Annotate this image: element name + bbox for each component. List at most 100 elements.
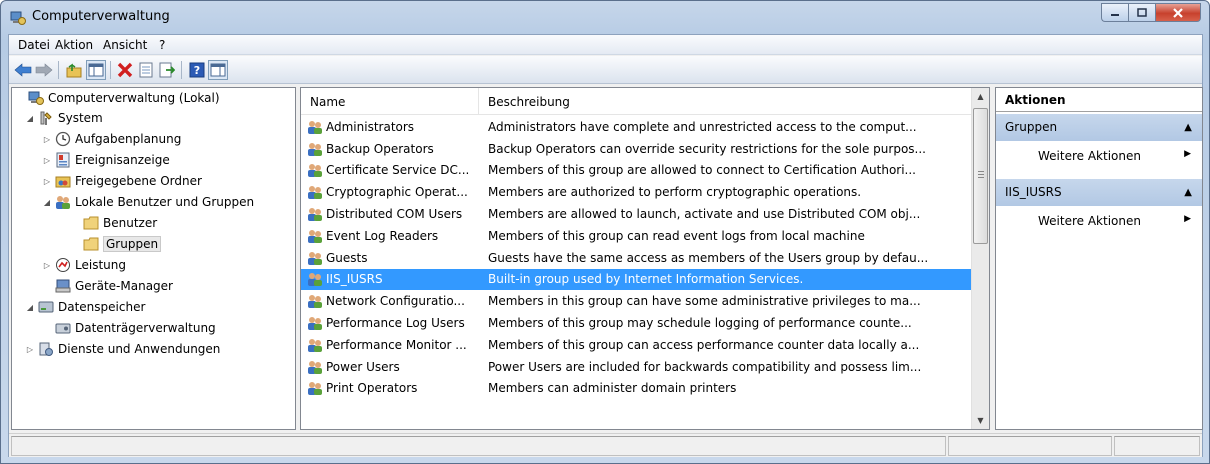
- tree-expander[interactable]: ▷: [42, 261, 52, 270]
- forward-button[interactable]: [34, 60, 54, 80]
- group-name-cell: Administrators: [301, 119, 479, 135]
- status-cell: [11, 436, 946, 456]
- tree-item-label: Lokale Benutzer und Gruppen: [75, 195, 255, 209]
- group-name: Guests: [326, 250, 368, 265]
- group-description: Members in this group can have some admi…: [488, 294, 921, 309]
- column-header-description[interactable]: Beschreibung: [479, 88, 971, 115]
- group-icon: [308, 229, 322, 243]
- tree-item-device-manager[interactable]: Geräte-Manager: [55, 276, 173, 296]
- group-name: Power Users: [326, 359, 400, 374]
- group-name-cell: Event Log Readers: [301, 228, 479, 244]
- vertical-scrollbar[interactable]: ▲ ▼: [971, 88, 989, 429]
- tree-expander[interactable]: ◢: [42, 198, 52, 207]
- delete-button[interactable]: [115, 60, 135, 80]
- tree-item-label: Ereignisanzeige: [75, 153, 170, 167]
- tree-item-system[interactable]: ◢ System: [25, 108, 103, 128]
- tree-item-task-scheduler[interactable]: ▷ Aufgabenplanung: [42, 129, 181, 149]
- tree-expander[interactable]: ▷: [25, 345, 35, 354]
- tree-expander[interactable]: ▷: [42, 177, 52, 186]
- action-group-selected-item[interactable]: IIS_IUSRS ▲: [996, 179, 1202, 206]
- toolbar: ?: [9, 56, 1202, 84]
- properties-button[interactable]: [136, 60, 156, 80]
- menu-ansicht[interactable]: Ansicht: [103, 38, 147, 52]
- group-name: Certificate Service DC...: [326, 163, 470, 178]
- show-hide-tree-button[interactable]: [86, 60, 106, 80]
- group-name-cell: Print Operators: [301, 380, 479, 396]
- close-button[interactable]: [1155, 3, 1201, 22]
- tree-item-computer-management[interactable]: Computerverwaltung (Lokal): [15, 88, 220, 108]
- tree-item-services-applications[interactable]: ▷ Dienste und Anwendungen: [25, 339, 220, 359]
- tree-expander[interactable]: ◢: [25, 303, 35, 312]
- action-weitere-aktionen[interactable]: Weitere Aktionen ▶: [996, 145, 1202, 167]
- menu-aktion[interactable]: Aktion: [55, 38, 93, 52]
- scroll-down-button[interactable]: ▼: [972, 412, 989, 429]
- storage-icon: [38, 301, 54, 313]
- tree-item-label: Dienste und Anwendungen: [58, 342, 221, 356]
- group-name: Network Configuratio...: [326, 294, 465, 309]
- tree-item-performance[interactable]: ▷ Leistung: [42, 255, 126, 275]
- group-description: Members of this group may schedule loggi…: [488, 316, 912, 331]
- group-description: Members of this group can read event log…: [488, 228, 865, 243]
- maximize-icon: [1137, 8, 1147, 17]
- up-folder-button[interactable]: [64, 60, 84, 80]
- tree-expander[interactable]: ▷: [42, 135, 52, 144]
- console-tree[interactable]: Computerverwaltung (Lokal) ◢ System ▷ Au…: [11, 87, 296, 430]
- minimize-button[interactable]: [1101, 3, 1128, 22]
- action-weitere-aktionen-2[interactable]: Weitere Aktionen ▶: [996, 210, 1202, 232]
- menu-datei[interactable]: Datei: [18, 38, 50, 52]
- table-row[interactable]: Backup Operators Backup Operators can ove…: [301, 138, 971, 160]
- group-name-cell: Distributed COM Users: [301, 206, 479, 222]
- table-row[interactable]: IIS_IUSRS Built-in group used by Internet…: [301, 268, 971, 291]
- group-icon: [308, 273, 322, 287]
- table-row[interactable]: Print Operators Members can administer do…: [301, 378, 971, 400]
- group-name: Administrators: [326, 119, 415, 134]
- column-header-name[interactable]: Name: [301, 88, 479, 115]
- help-button[interactable]: ?: [187, 60, 207, 80]
- table-row[interactable]: Network Configuratio... Members in this g…: [301, 290, 971, 312]
- window-frame: Computerverwaltung Datei Aktion Ansicht …: [0, 0, 1210, 464]
- group-name: IIS_IUSRS: [326, 272, 383, 287]
- table-row[interactable]: Performance Monitor ... Members of this g…: [301, 334, 971, 356]
- back-button[interactable]: [13, 60, 33, 80]
- group-name-cell: Network Configuratio...: [301, 293, 479, 309]
- tree-item-disk-management[interactable]: Datenträgerverwaltung: [55, 318, 216, 338]
- tree-item-storage[interactable]: ◢ Datenspeicher: [25, 297, 145, 317]
- scroll-up-button[interactable]: ▲: [972, 88, 989, 105]
- group-name-cell: Performance Log Users: [301, 315, 479, 331]
- scroll-thumb[interactable]: [973, 108, 988, 244]
- tree-expander[interactable]: ◢: [25, 114, 35, 123]
- menu-help[interactable]: ?: [159, 38, 165, 52]
- collapse-icon[interactable]: ▲: [1184, 122, 1192, 133]
- actions-title: Aktionen: [996, 88, 1202, 112]
- show-hide-action-pane-button[interactable]: [208, 60, 228, 80]
- action-group-gruppen[interactable]: Gruppen ▲: [996, 114, 1202, 141]
- tree-expander[interactable]: ▷: [42, 156, 52, 165]
- action-label: Weitere Aktionen: [1038, 149, 1141, 163]
- services-applications-icon: [39, 342, 53, 356]
- table-row[interactable]: Distributed COM Users Members are allowed…: [301, 203, 971, 225]
- tree-item-event-viewer[interactable]: ▷ Ereignisanzeige: [42, 150, 170, 170]
- title-bar[interactable]: Computerverwaltung: [1, 1, 1209, 33]
- table-row[interactable]: Administrators Administrators have comple…: [301, 116, 971, 138]
- group-list[interactable]: Name Beschreibung Administrators Administ…: [300, 87, 990, 430]
- table-row[interactable]: Certificate Service DC... Members of this…: [301, 160, 971, 182]
- tree-item-shared-folders[interactable]: ▷ Freigegebene Ordner: [42, 171, 202, 191]
- table-row[interactable]: Performance Log Users Members of this gro…: [301, 312, 971, 334]
- tree-item-benutzer[interactable]: Benutzer: [83, 213, 157, 233]
- table-row[interactable]: Power Users Power Users are included for …: [301, 356, 971, 378]
- table-row[interactable]: Cryptographic Operat... Members are autho…: [301, 181, 971, 203]
- group-description: Administrators have complete and unrestr…: [488, 119, 917, 134]
- collapse-icon[interactable]: ▲: [1184, 187, 1192, 198]
- folder-icon: [83, 237, 99, 251]
- group-icon: [308, 338, 322, 352]
- table-row[interactable]: Event Log Readers Members of this group c…: [301, 225, 971, 247]
- maximize-button[interactable]: [1128, 3, 1155, 22]
- table-row[interactable]: Guests Guests have the same access as mem…: [301, 247, 971, 269]
- tree-item-local-users-groups[interactable]: ◢ Lokale Benutzer und Gruppen: [42, 192, 254, 212]
- tree-item-gruppen[interactable]: Gruppen: [83, 234, 162, 254]
- group-name-cell: Certificate Service DC...: [301, 162, 479, 178]
- export-list-button[interactable]: [157, 60, 177, 80]
- group-name: Performance Monitor ...: [326, 337, 467, 352]
- minimize-icon: [1111, 13, 1119, 16]
- toolbar-separator: [110, 61, 111, 79]
